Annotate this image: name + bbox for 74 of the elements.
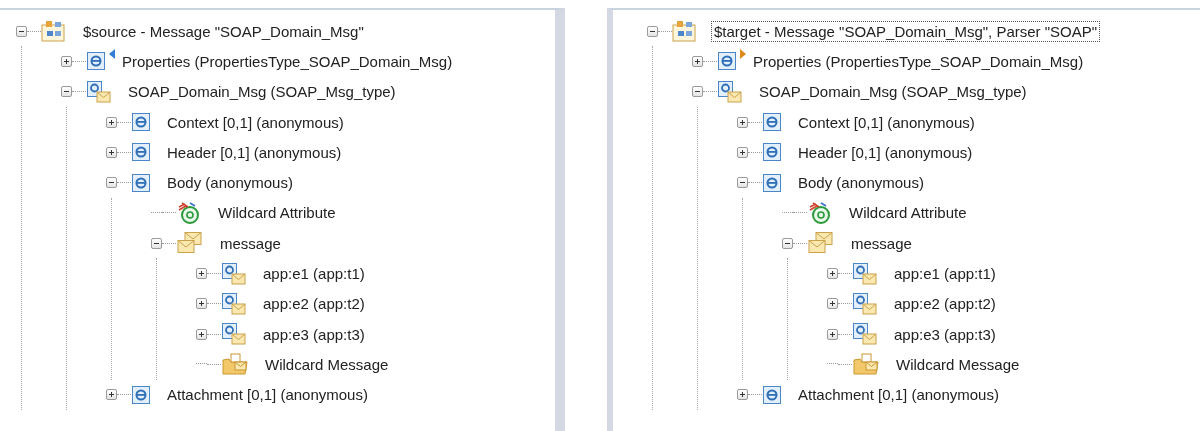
tree-item-label[interactable]: Body (anonymous) <box>165 173 295 193</box>
tree-item-label[interactable]: Header [0,1] (anonymous) <box>796 142 975 162</box>
root-message-icon <box>41 19 67 44</box>
tree-item-label[interactable]: app:e3 (app:t3) <box>261 324 367 344</box>
expand-toggle[interactable] <box>196 268 207 279</box>
tree-item-label[interactable]: Properties (PropertiesType_SOAP_Domain_Msg) <box>751 51 1086 71</box>
element-envelope-icon <box>221 261 247 286</box>
collapse-toggle[interactable] <box>647 25 658 37</box>
collapse-toggle[interactable] <box>692 86 703 98</box>
element-envelope-icon <box>852 291 878 316</box>
tree-item-label[interactable]: $target - Message "SOAP_Domain_Msg", Parser "SOAP" <box>712 21 1100 41</box>
tree-item-label[interactable]: SOAP_Domain_Msg (SOAP_Msg_type) <box>757 82 1029 102</box>
tree-item-label[interactable]: $source - Message "SOAP_Domain_Msg" <box>81 21 366 41</box>
expand-toggle[interactable] <box>692 55 703 67</box>
element-envelope-icon <box>221 291 247 316</box>
root-message-icon <box>672 19 698 44</box>
expand-toggle[interactable] <box>737 116 748 128</box>
expand-toggle[interactable] <box>827 298 838 310</box>
tree-item-label[interactable]: Wildcard Attribute <box>216 203 338 223</box>
tree-item-label[interactable]: Attachment [0,1] (anonymous) <box>796 385 1001 405</box>
element-icon <box>762 172 782 193</box>
element-icon <box>762 112 782 133</box>
expand-toggle[interactable] <box>106 116 117 128</box>
expand-toggle[interactable] <box>106 146 117 158</box>
expand-toggle[interactable] <box>196 328 207 340</box>
element-icon <box>131 172 151 193</box>
tree-item-label[interactable]: Wildcard Message <box>263 354 391 374</box>
tree-item-label[interactable]: Body (anonymous) <box>796 173 926 193</box>
expand-toggle[interactable] <box>196 298 207 310</box>
element-icon <box>131 112 151 133</box>
collapse-toggle[interactable] <box>61 86 72 98</box>
collapse-toggle[interactable] <box>16 25 27 37</box>
tree-item-label[interactable]: app:e1 (app:t1) <box>892 264 998 283</box>
expand-toggle[interactable] <box>61 55 72 67</box>
element-icon <box>131 142 151 163</box>
tree-item-label[interactable]: Wildcard Attribute <box>847 203 969 223</box>
tree-item-label[interactable]: app:e3 (app:t3) <box>892 324 998 344</box>
element-envelope-icon <box>852 261 878 286</box>
tree-item-label[interactable]: Wildcard Message <box>894 354 1022 374</box>
expand-toggle[interactable] <box>737 389 748 401</box>
tree-item-label[interactable]: Context [0,1] (anonymous) <box>165 112 346 132</box>
element-icon <box>131 384 151 405</box>
wildcard-attribute-icon <box>176 200 202 225</box>
element-icon <box>717 51 737 72</box>
collapse-toggle[interactable] <box>151 237 162 249</box>
expand-toggle[interactable] <box>106 389 117 401</box>
tree-item-label[interactable]: SOAP_Domain_Msg (SOAP_Msg_type) <box>126 82 398 102</box>
tree-item-label[interactable]: app:e2 (app:t2) <box>261 294 367 314</box>
tree-item-label[interactable]: app:e2 (app:t2) <box>892 294 998 314</box>
element-icon <box>762 142 782 163</box>
element-envelope-icon <box>717 79 743 104</box>
folder-envelope-icon <box>852 352 880 377</box>
tree-item-label[interactable]: Context [0,1] (anonymous) <box>796 112 977 132</box>
collapse-toggle[interactable] <box>782 237 793 249</box>
envelopes-icon <box>176 231 204 256</box>
element-envelope-icon <box>86 79 112 104</box>
element-envelope-icon <box>852 322 878 347</box>
tree-item-label[interactable]: Attachment [0,1] (anonymous) <box>165 385 370 405</box>
element-envelope-icon <box>221 322 247 347</box>
tree-item-label[interactable]: app:e1 (app:t1) <box>261 264 367 283</box>
folder-envelope-icon <box>221 352 249 377</box>
tree-item-label[interactable]: message <box>849 233 914 253</box>
envelopes-icon <box>807 231 835 256</box>
tree-item-label[interactable]: message <box>218 233 283 253</box>
expand-toggle[interactable] <box>737 146 748 158</box>
expand-toggle[interactable] <box>827 328 838 340</box>
collapse-toggle[interactable] <box>106 177 117 189</box>
collapse-toggle[interactable] <box>737 177 748 189</box>
wildcard-attribute-icon <box>807 200 833 225</box>
tree-item-label[interactable]: Properties (PropertiesType_SOAP_Domain_Msg) <box>120 51 455 71</box>
element-icon <box>762 384 782 405</box>
expand-toggle[interactable] <box>827 268 838 279</box>
element-icon <box>86 51 106 72</box>
tree-item-label[interactable]: Header [0,1] (anonymous) <box>165 142 344 162</box>
